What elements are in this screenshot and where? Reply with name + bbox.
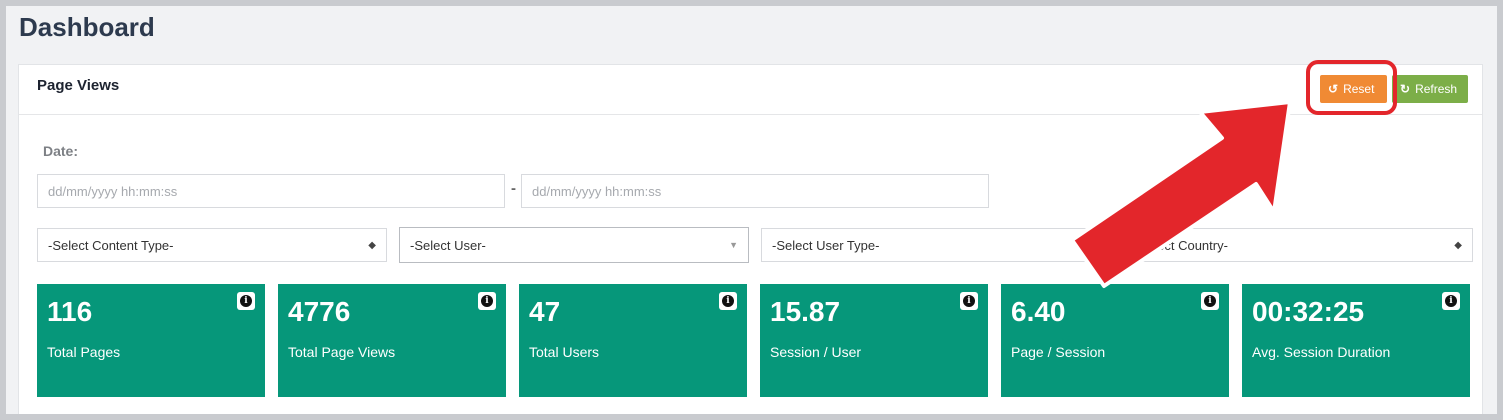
stat-total-page-views: 4776 Total Page Views i	[278, 284, 506, 397]
stat-value: 4776	[288, 296, 351, 327]
stat-value: 6.40	[1011, 296, 1066, 327]
stat-total-pages: 116 Total Pages i	[37, 284, 265, 397]
stat-total-users: 47 Total Users i	[519, 284, 747, 397]
user-value: -Select User-	[410, 237, 486, 253]
info-icon[interactable]: i	[1442, 292, 1460, 310]
info-icon[interactable]: i	[237, 292, 255, 310]
stat-value: 47	[529, 296, 561, 327]
refresh-icon: ↻	[1400, 82, 1411, 96]
stat-page-per-session: 6.40 Page / Session i	[1001, 284, 1229, 397]
stat-session-per-user: 15.87 Session / User i	[760, 284, 988, 397]
user-type-value: -Select User Type-	[772, 237, 880, 253]
refresh-label: Refresh	[1415, 82, 1458, 96]
date-to-input[interactable]	[521, 174, 989, 208]
stat-avg-session-duration: 00:32:25 Avg. Session Duration i	[1242, 284, 1470, 397]
stat-label: Page / Session	[1011, 344, 1106, 360]
stat-value: 00:32:25	[1252, 296, 1365, 327]
content-type-value: -Select Content Type-	[48, 237, 174, 253]
stat-value: 116	[47, 296, 93, 327]
stat-label: Total Page Views	[288, 344, 396, 360]
date-separator: -	[511, 180, 516, 197]
stat-label: Total Pages	[47, 344, 121, 360]
stat-value: 15.87	[770, 296, 841, 327]
annotation-highlight-ring	[1306, 60, 1397, 115]
info-icon[interactable]: i	[960, 292, 978, 310]
info-icon[interactable]: i	[478, 292, 496, 310]
annotation-arrow	[1070, 100, 1292, 288]
chevron-down-icon: ▼	[729, 240, 738, 250]
stat-label: Total Users	[529, 344, 600, 360]
sort-arrows-icon: ◆	[1454, 239, 1462, 251]
stat-label: Avg. Session Duration	[1252, 344, 1391, 360]
page-title: Dashboard	[19, 12, 155, 42]
info-icon[interactable]: i	[719, 292, 737, 310]
card-title: Page Views	[37, 77, 120, 94]
sort-arrows-icon: ◆	[368, 239, 376, 251]
refresh-button[interactable]: ↻ Refresh	[1392, 75, 1468, 103]
date-from-input[interactable]	[37, 174, 505, 208]
date-label: Date:	[43, 143, 79, 159]
content-type-select[interactable]: -Select Content Type- ◆	[37, 228, 387, 262]
stat-label: Session / User	[770, 344, 862, 360]
user-type-select[interactable]: -Select User Type- ◆	[761, 228, 1111, 262]
info-icon[interactable]: i	[1201, 292, 1219, 310]
user-select[interactable]: -Select User- ▼	[399, 227, 749, 263]
